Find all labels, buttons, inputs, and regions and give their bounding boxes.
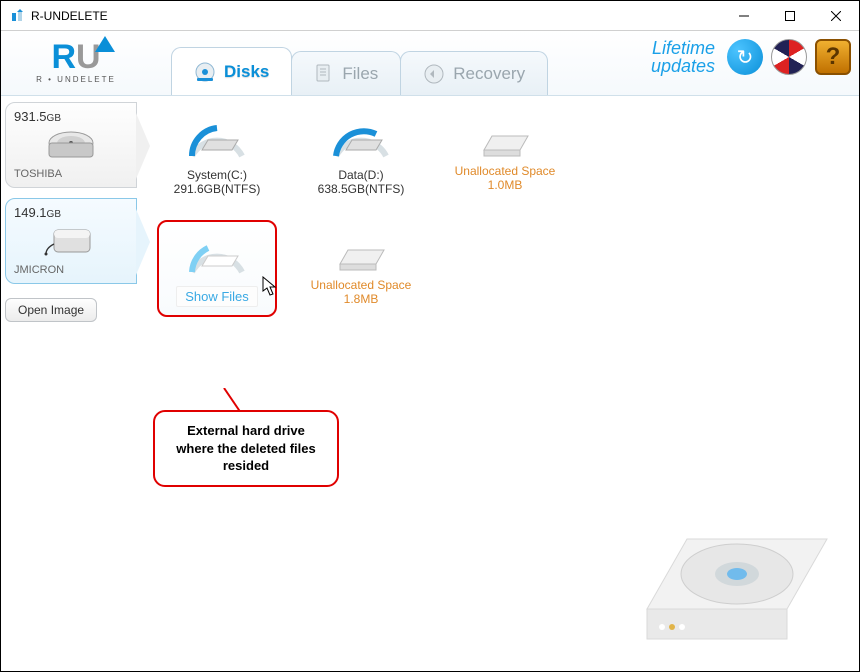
- header-right: Lifetime updates ↻ ?: [651, 39, 851, 75]
- drive-name: JMICRON: [14, 264, 128, 276]
- volume-sublabel: 1.8MB: [305, 292, 417, 306]
- volume-data-d[interactable]: Data(D:) 638.5GB(NTFS): [301, 106, 421, 204]
- volume-row: Show Files Unallocated Space 1.8MB: [157, 220, 843, 317]
- partition-icon: [334, 234, 388, 274]
- volume-row: System(C:) 291.6GB(NTFS) Data(D:) 638.5G…: [157, 106, 843, 204]
- header: RU R • UNDELETE Disks Files Recovery Lif…: [1, 31, 859, 96]
- volume-unallocated[interactable]: Unallocated Space 1.0MB: [445, 106, 565, 204]
- usage-arc-icon: [326, 114, 396, 166]
- volume-system-c[interactable]: System(C:) 291.6GB(NTFS): [157, 106, 277, 204]
- volume-sublabel: 291.6GB(NTFS): [161, 182, 273, 196]
- show-files-button[interactable]: Show Files: [176, 286, 258, 307]
- lifetime-updates-label[interactable]: Lifetime updates: [651, 39, 715, 75]
- minimize-button[interactable]: [721, 1, 767, 30]
- volume-label: System(C:): [161, 168, 273, 182]
- app-icon: [9, 8, 25, 24]
- logo-arrow-icon: [95, 36, 115, 52]
- tab-recovery[interactable]: Recovery: [400, 51, 548, 95]
- maximize-button[interactable]: [767, 1, 813, 30]
- refresh-icon[interactable]: ↻: [727, 39, 763, 75]
- usage-arc-icon: [182, 230, 252, 282]
- tab-label: Recovery: [453, 64, 525, 84]
- tab-files[interactable]: Files: [291, 51, 401, 95]
- lifetime-line1: Lifetime: [651, 39, 715, 57]
- window-title: R-UNDELETE: [31, 9, 721, 23]
- tab-disks[interactable]: Disks: [171, 47, 292, 95]
- lifetime-line2: updates: [651, 57, 715, 75]
- open-image-button[interactable]: Open Image: [5, 298, 97, 322]
- volume-label: Unallocated Space: [305, 278, 417, 292]
- recovery-icon: [423, 63, 445, 85]
- volume-unallocated[interactable]: Unallocated Space 1.8MB: [301, 220, 421, 317]
- files-icon: [314, 63, 334, 85]
- drive-size: 149.1GB: [14, 205, 128, 220]
- disk-icon: [194, 61, 216, 83]
- tabs: Disks Files Recovery: [171, 31, 547, 95]
- drive-size: 931.5GB: [14, 109, 128, 124]
- background-disk-art: [607, 459, 847, 659]
- close-icon: [831, 11, 841, 21]
- volume-sublabel: 638.5GB(NTFS): [305, 182, 417, 196]
- drive-card-toshiba[interactable]: 931.5GB TOSHIBA: [5, 102, 137, 188]
- drive-card-jmicron[interactable]: 149.1GB JMICRON: [5, 198, 137, 284]
- language-flag-icon[interactable]: [771, 39, 807, 75]
- titlebar: R-UNDELETE: [1, 1, 859, 31]
- annotation-callout: External hard drive where the deleted fi…: [153, 410, 339, 487]
- drive-name: TOSHIBA: [14, 168, 128, 180]
- volume-sublabel: 1.0MB: [449, 178, 561, 192]
- content: 931.5GB TOSHIBA 149.1GB JMICRON Open Ima…: [1, 96, 859, 671]
- logo-mark: RU: [51, 42, 100, 73]
- volume-jmicron-main[interactable]: Show Files: [157, 220, 277, 317]
- close-button[interactable]: [813, 1, 859, 30]
- sidebar: 931.5GB TOSHIBA 149.1GB JMICRON Open Ima…: [1, 96, 141, 671]
- tab-label: Files: [342, 64, 378, 84]
- hdd-icon: [14, 128, 128, 164]
- volume-label: Unallocated Space: [449, 164, 561, 178]
- help-button[interactable]: ?: [815, 39, 851, 75]
- usage-arc-icon: [182, 114, 252, 166]
- tab-label: Disks: [224, 62, 269, 82]
- partition-icon: [478, 120, 532, 160]
- maximize-icon: [785, 11, 795, 21]
- logo[interactable]: RU R • UNDELETE: [1, 31, 151, 95]
- volume-label: Data(D:): [305, 168, 417, 182]
- external-hdd-icon: [14, 224, 128, 260]
- minimize-icon: [739, 11, 749, 21]
